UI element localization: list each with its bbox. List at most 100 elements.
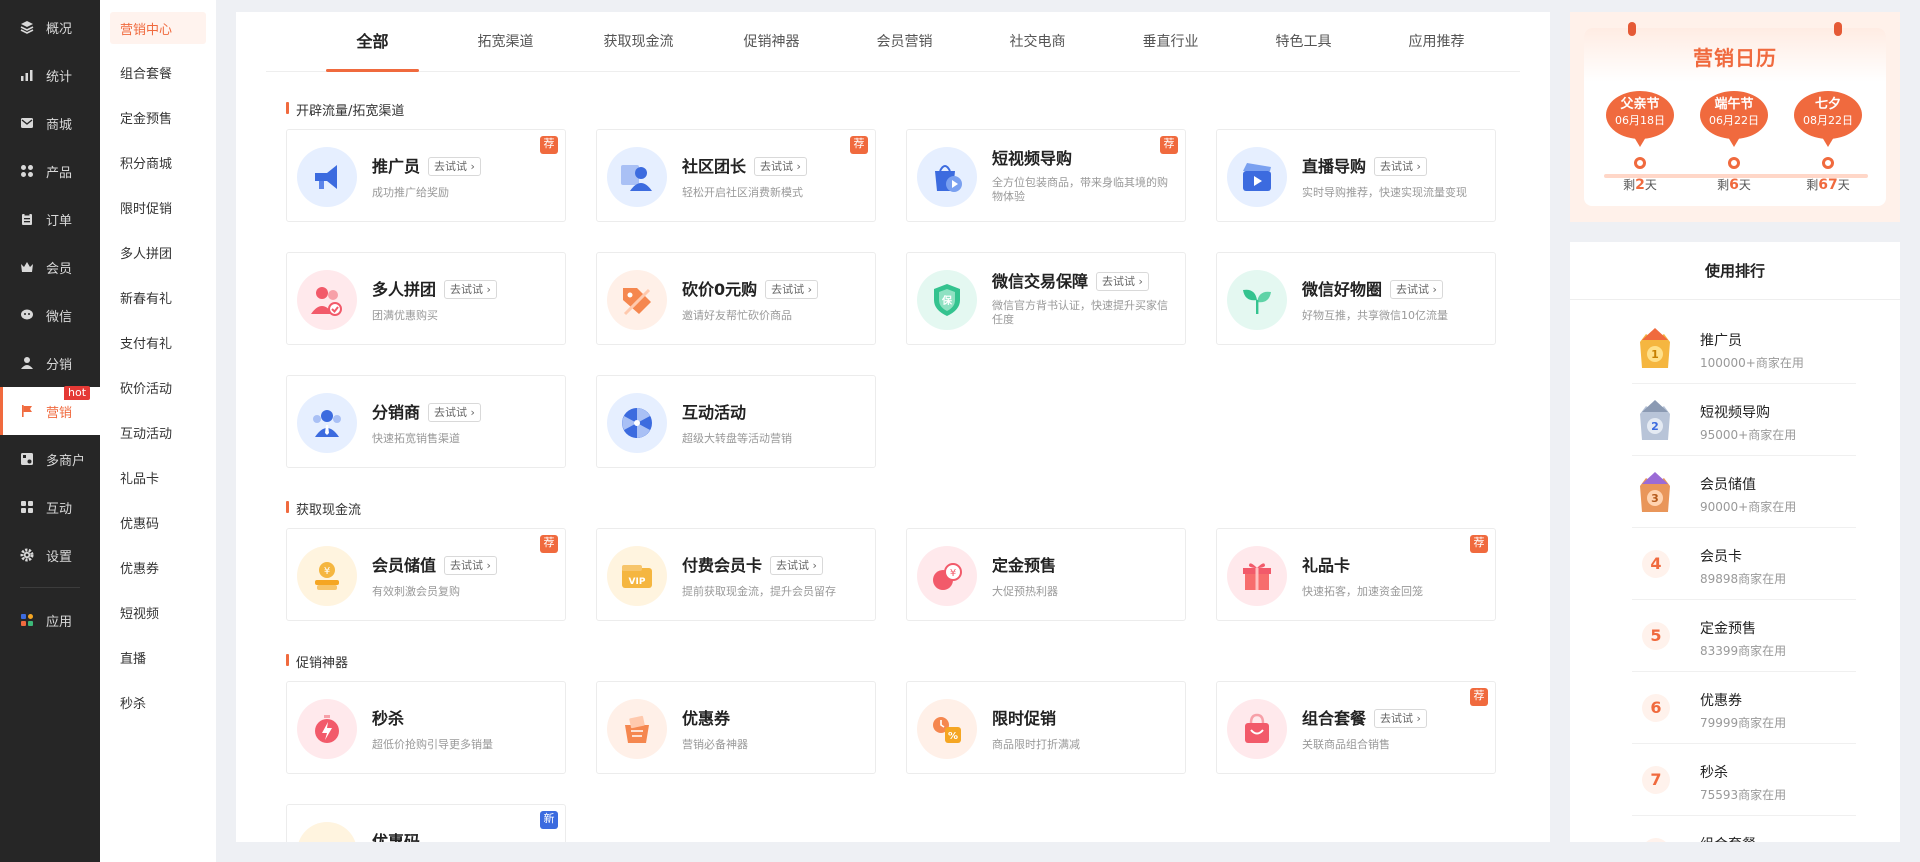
subnav-marketing-center[interactable]: 营销中心 — [110, 12, 206, 44]
nav-settings[interactable]: 设置 — [0, 531, 100, 579]
festival-date: 06月22日 — [1709, 114, 1759, 127]
nav-products[interactable]: 产品 — [0, 147, 100, 195]
subnav-flash-promo[interactable]: 限时促销 — [100, 185, 216, 230]
tool-card-coupon[interactable]: 优惠券 营销必备神器 — [596, 681, 876, 774]
card-desc: 实时导购推荐，快速实现流量变现 — [1302, 186, 1467, 199]
nav-label: 概况 — [46, 21, 73, 37]
ranking-name: 秒杀 — [1700, 765, 1728, 781]
nav-apps[interactable]: 应用 — [0, 596, 100, 644]
nav-marketing[interactable]: 营销 hot — [0, 386, 100, 435]
tab-channels[interactable]: 拓宽渠道 — [439, 12, 572, 72]
nav-interaction[interactable]: 互动 — [0, 483, 100, 531]
nav-members[interactable]: 会员 — [0, 243, 100, 291]
try-button[interactable]: 去试试 › — [1374, 157, 1427, 176]
subnav-spring-gift[interactable]: 新春有礼 — [100, 275, 216, 320]
card-desc: 全方位包装商品，带来身临其境的购物体验 — [992, 176, 1168, 203]
subnav-short-video[interactable]: 短视频 — [100, 590, 216, 635]
tab-recommended[interactable]: 应用推荐 — [1370, 12, 1503, 72]
tool-card-limited-promo[interactable]: % 限时促销 商品限时打折满减 — [906, 681, 1186, 774]
ranking-item[interactable]: 6 优惠券 79999商家在用 — [1632, 672, 1856, 744]
nav-distribution[interactable]: 分销 — [0, 339, 100, 387]
card-title: 付费会员卡 去试试 › — [682, 552, 823, 576]
nav-orders[interactable]: 订单 — [0, 195, 100, 243]
nav-wechat[interactable]: 微信 — [0, 291, 100, 339]
card-name: 微信好物圈 — [1302, 280, 1383, 299]
festival-bubble: 七夕 08月22日 — [1794, 91, 1862, 147]
subnav-group-buy[interactable]: 多人拼团 — [100, 230, 216, 275]
tool-card-community-leader[interactable]: 社区团长 去试试 › 轻松开启社区消费新模式 荐 — [596, 129, 876, 222]
tool-card-paid-member-card[interactable]: VIP 付费会员卡 去试试 › 提前获取现金流，提升会员留存 — [596, 528, 876, 621]
tool-card-live-shopping[interactable]: 直播导购 去试试 › 实时导购推荐，快速实现流量变现 — [1216, 129, 1496, 222]
tab-cashflow[interactable]: 获取现金流 — [572, 12, 705, 72]
ranking-item[interactable]: 2 短视频导购 95000+商家在用 — [1632, 384, 1856, 456]
bronze-medal-icon: 3 — [1640, 472, 1670, 512]
subnav-coupon[interactable]: 优惠券 — [100, 545, 216, 590]
festival-bubble: 父亲节 06月18日 — [1606, 91, 1674, 147]
tool-card-interactive[interactable]: 互动活动 超级大转盘等活动营销 — [596, 375, 876, 468]
tool-card-group-buy[interactable]: 多人拼团 去试试 › 团满优惠购买 — [286, 252, 566, 345]
recommend-badge: 荐 — [540, 136, 558, 154]
try-button[interactable]: 去试试 › — [444, 280, 497, 299]
card-desc: 团满优惠购买 — [372, 309, 438, 322]
subnav-presale[interactable]: 定金预售 — [100, 95, 216, 140]
tab-social-commerce[interactable]: 社交电商 — [971, 12, 1104, 72]
festival-qixi[interactable]: 七夕 08月22日 剩67天 — [1794, 91, 1862, 193]
subnav-gift-card[interactable]: 礼品卡 — [100, 455, 216, 500]
try-button[interactable]: 去试试 › — [428, 403, 481, 422]
tool-card-distributor[interactable]: 分销商 去试试 › 快速拓宽销售渠道 — [286, 375, 566, 468]
ranking-item[interactable]: 3 会员储值 90000+商家在用 — [1632, 456, 1856, 528]
nav-statistics[interactable]: 统计 — [0, 51, 100, 99]
subnav-combo[interactable]: 组合套餐 — [100, 50, 216, 95]
tool-card-gift-card[interactable]: 礼品卡 快速拓客，加速资金回笼 荐 — [1216, 528, 1496, 621]
nav-mall[interactable]: 商城 — [0, 99, 100, 147]
tab-promotion[interactable]: 促销神器 — [705, 12, 838, 72]
tool-card-wechat-goods-circle[interactable]: 微信好物圈 去试试 › 好物互推，共享微信10亿流量 — [1216, 252, 1496, 345]
subnav-points-mall[interactable]: 积分商城 — [100, 140, 216, 185]
nav-overview[interactable]: 概况 — [0, 3, 100, 51]
price-tag-icon — [607, 270, 667, 330]
section-title: 促销神器 — [286, 652, 348, 671]
card-title: 互动活动 — [682, 399, 746, 423]
ranking-item[interactable]: 4 会员卡 89898商家在用 — [1632, 528, 1856, 600]
subnav-pay-gift[interactable]: 支付有礼 — [100, 320, 216, 365]
tab-member-marketing[interactable]: 会员营销 — [838, 12, 971, 72]
tool-card-deposit-presale[interactable]: ¥ 定金预售 大促预热利器 — [906, 528, 1186, 621]
try-button[interactable]: 去试试 › — [1374, 709, 1427, 728]
festival-remaining: 剩2天 — [1606, 176, 1674, 193]
tab-special-tools[interactable]: 特色工具 — [1237, 12, 1370, 72]
try-button[interactable]: 去试试 › — [1390, 280, 1443, 299]
tool-card-promoter[interactable]: 推广员 去试试 › 成功推广给奖励 荐 — [286, 129, 566, 222]
nav-multi-merchant[interactable]: 多商户 — [0, 435, 100, 483]
ranking-item[interactable]: 5 定金预售 83399商家在用 — [1632, 600, 1856, 672]
festival-fathers-day[interactable]: 父亲节 06月18日 剩2天 — [1606, 91, 1674, 193]
promo-code-icon — [297, 822, 357, 842]
ranking-stat: 90000+商家在用 — [1700, 500, 1797, 514]
subnav-interactive[interactable]: 互动活动 — [100, 410, 216, 455]
ranking-item[interactable]: 8 组合套餐 — [1632, 816, 1856, 842]
try-button[interactable]: 去试试 › — [754, 157, 807, 176]
subnav-live[interactable]: 直播 — [100, 635, 216, 680]
subnav-promo-code[interactable]: 优惠码 — [100, 500, 216, 545]
try-button[interactable]: 去试试 › — [765, 280, 819, 299]
try-button[interactable]: 去试试 › — [428, 157, 481, 176]
tool-card-member-stored-value[interactable]: ¥ 会员储值 去试试 › 有效刺激会员复购 荐 — [286, 528, 566, 621]
try-button[interactable]: 去试试 › — [444, 556, 497, 575]
tool-card-seckill[interactable]: 秒杀 超低价抢购引导更多销量 — [286, 681, 566, 774]
timeline-dot — [1822, 157, 1834, 169]
tool-card-wechat-guarantee[interactable]: 保 微信交易保障 去试试 › 微信官方背书认证，快速提升买家信任度 — [906, 252, 1186, 345]
try-button[interactable]: 去试试 › — [1096, 272, 1149, 291]
tool-card-bargain[interactable]: 砍价0元购 去试试 › 邀请好友帮忙砍价商品 — [596, 252, 876, 345]
tool-card-combo-package[interactable]: 组合套餐 去试试 › 关联商品组合销售 荐 — [1216, 681, 1496, 774]
ranking-item[interactable]: 1 推广员 100000+商家在用 — [1632, 312, 1856, 384]
ranking-item[interactable]: 7 秒杀 75593商家在用 — [1632, 744, 1856, 816]
tool-card-promo-code[interactable]: 优惠码 新 — [286, 804, 566, 842]
tab-vertical[interactable]: 垂直行业 — [1104, 12, 1237, 72]
tool-card-short-video[interactable]: 短视频导购 全方位包装商品，带来身临其境的购物体验 荐 — [906, 129, 1186, 222]
festival-dragon-boat[interactable]: 端午节 06月22日 剩6天 — [1700, 91, 1768, 193]
try-button[interactable]: 去试试 › — [770, 556, 823, 575]
sidebar-divider — [20, 587, 80, 588]
subnav-bargain[interactable]: 砍价活动 — [100, 365, 216, 410]
tab-all[interactable]: 全部 — [306, 12, 439, 72]
card-name: 秒杀 — [372, 709, 405, 728]
subnav-seckill[interactable]: 秒杀 — [100, 680, 216, 725]
